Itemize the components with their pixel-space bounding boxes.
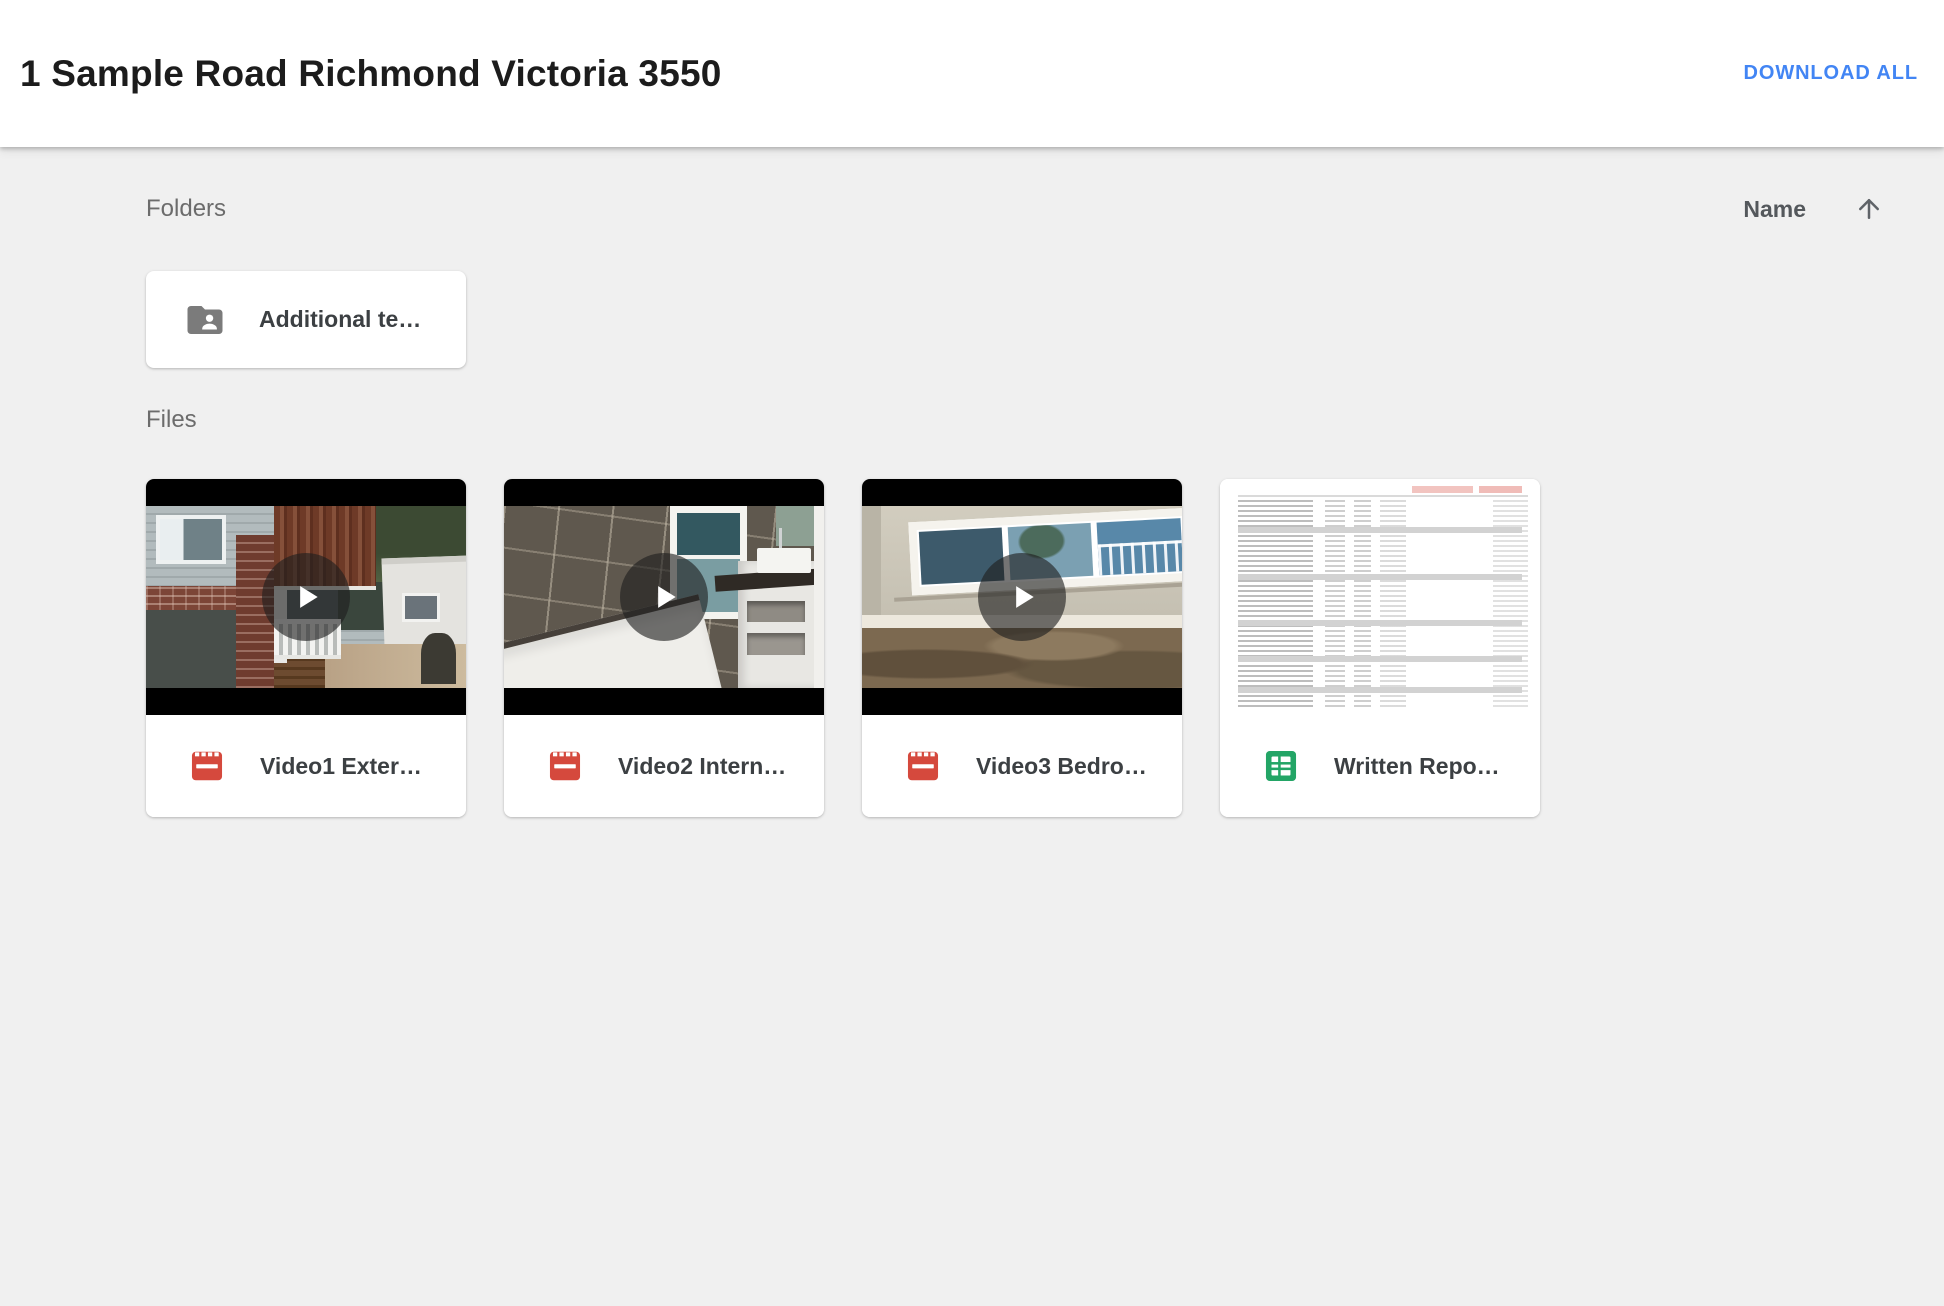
video-icon xyxy=(904,747,942,785)
file-name: Video2 Intern… xyxy=(618,753,786,780)
folder-name: Additional te… xyxy=(259,306,421,333)
video-icon xyxy=(188,747,226,785)
play-icon xyxy=(286,577,326,617)
spreadsheet-preview-image xyxy=(1238,484,1528,710)
play-icon xyxy=(1002,577,1042,617)
spreadsheet-icon xyxy=(1262,747,1300,785)
video2-thumbnail[interactable] xyxy=(504,479,824,715)
arrow-up-icon[interactable] xyxy=(1854,194,1884,224)
file-card-video3[interactable]: Video3 Bedro… xyxy=(862,479,1182,817)
video1-thumbnail[interactable] xyxy=(146,479,466,715)
file-meta-row[interactable]: Written Repo… xyxy=(1220,715,1540,817)
file-meta-row[interactable]: Video1 Exter… xyxy=(146,715,466,817)
sort-control[interactable]: Name xyxy=(1743,194,1884,224)
files-grid: Video1 Exter… xyxy=(146,479,1884,817)
play-button[interactable] xyxy=(262,553,350,641)
page-title: 1 Sample Road Richmond Victoria 3550 xyxy=(20,53,722,95)
video3-thumbnail[interactable] xyxy=(862,479,1182,715)
file-meta-row[interactable]: Video3 Bedro… xyxy=(862,715,1182,817)
play-button[interactable] xyxy=(978,553,1066,641)
download-all-button[interactable]: DOWNLOAD ALL xyxy=(1744,62,1918,85)
file-name: Video1 Exter… xyxy=(260,753,422,780)
files-section-label: Files xyxy=(146,406,1884,434)
shared-folder-icon xyxy=(184,299,226,341)
folders-section-header: Folders Name xyxy=(146,193,1884,225)
play-icon xyxy=(644,577,684,617)
play-button[interactable] xyxy=(620,553,708,641)
header-bar: 1 Sample Road Richmond Victoria 3550 DOW… xyxy=(0,0,1944,147)
file-name: Video3 Bedro… xyxy=(976,753,1147,780)
file-card-video2[interactable]: Video2 Intern… xyxy=(504,479,824,817)
folders-section-label: Folders xyxy=(146,195,226,223)
sort-by-name-label[interactable]: Name xyxy=(1743,196,1806,223)
file-card-written-report[interactable]: Written Repo… xyxy=(1220,479,1540,817)
content-area: Folders Name Additional te… Files xyxy=(0,193,1944,817)
file-name: Written Repo… xyxy=(1334,753,1500,780)
file-meta-row[interactable]: Video2 Intern… xyxy=(504,715,824,817)
folder-card-additional-tenancy[interactable]: Additional te… xyxy=(146,271,466,368)
spreadsheet-thumbnail[interactable] xyxy=(1220,479,1540,715)
video-icon xyxy=(546,747,584,785)
file-card-video1[interactable]: Video1 Exter… xyxy=(146,479,466,817)
